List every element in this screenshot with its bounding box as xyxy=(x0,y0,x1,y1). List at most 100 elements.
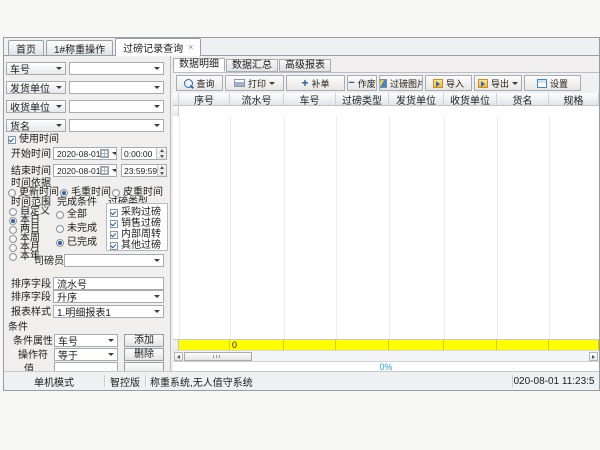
date-value: 2020-08-01 xyxy=(57,166,100,176)
weigh-photo-button[interactable]: 过磅图片 xyxy=(379,75,423,91)
spinner-down-icon[interactable] xyxy=(157,154,166,160)
radio-all[interactable]: 全部 xyxy=(56,210,87,220)
horizontal-scrollbar[interactable] xyxy=(173,350,599,361)
summary-cell xyxy=(336,340,389,350)
status-mode: 单机模式 xyxy=(4,372,104,390)
checkbox-icon xyxy=(110,220,118,228)
combo-label: 货名 xyxy=(10,119,30,132)
shipper-value-combo[interactable] xyxy=(69,81,164,94)
status-system-name: 称重系统,无人值守系统 xyxy=(150,372,510,390)
spinner-down-icon[interactable] xyxy=(158,171,166,177)
start-time-spinner[interactable]: 0:00:00 xyxy=(121,147,167,160)
close-icon[interactable]: × xyxy=(188,43,193,52)
sort-order-combo[interactable]: 升序 xyxy=(53,290,164,303)
tab-data-summary[interactable]: 数据汇总 xyxy=(226,59,278,72)
export-icon xyxy=(478,79,488,88)
tab-label: 高级报表 xyxy=(285,60,325,71)
check-internal-transfer[interactable]: 内部周转 xyxy=(110,230,161,240)
field-selector-vehicle[interactable]: 车号 xyxy=(6,62,66,75)
radio-unfinished[interactable]: 未完成 xyxy=(56,224,97,234)
time-value: 0:00:00 xyxy=(124,149,152,159)
start-date-picker[interactable]: 2020-08-01 xyxy=(53,147,117,160)
radio-icon xyxy=(8,189,16,197)
scroll-right-icon[interactable] xyxy=(589,352,598,361)
field-selector-receiver[interactable]: 收货单位 xyxy=(6,100,66,113)
button-label: 导出 xyxy=(491,77,509,90)
column-header-serial[interactable]: 流水号 xyxy=(230,93,284,106)
tab-label: 数据明细 xyxy=(179,59,219,70)
sort-order-label: 排序字段 xyxy=(11,292,51,303)
status-edition: 智控版 xyxy=(105,372,145,390)
supplement-order-button[interactable]: 补单 xyxy=(286,75,345,91)
use-time-checkbox[interactable]: 使用时间 xyxy=(8,135,59,145)
checkbox-label: 内部周转 xyxy=(121,230,161,240)
combo-label: 车号 xyxy=(10,62,30,75)
check-other-weigh[interactable]: 其他过磅 xyxy=(110,241,161,251)
column-header-weigh-type[interactable]: 过磅类型 xyxy=(336,93,389,106)
radio-icon xyxy=(9,208,17,216)
condition-attr-label: 条件属性 xyxy=(13,336,53,347)
summary-count-cell: 0 xyxy=(230,340,284,350)
receiver-value-combo[interactable] xyxy=(69,100,164,113)
summary-cell xyxy=(497,340,549,350)
chevron-down-icon xyxy=(154,105,160,108)
summary-cell xyxy=(549,340,599,350)
void-button[interactable]: 作废 xyxy=(347,75,377,91)
button-label: 过磅图片 xyxy=(390,77,423,90)
summary-cell xyxy=(389,340,444,350)
delete-condition-button[interactable]: 删除 xyxy=(124,348,164,361)
radio-label: 全部 xyxy=(67,210,87,220)
tab-home[interactable]: 首页 xyxy=(8,40,44,55)
vehicle-value-combo[interactable] xyxy=(69,62,164,75)
tab-weighing-record-query[interactable]: 过磅记录查询 × xyxy=(115,38,201,56)
start-time-label: 开始时间 xyxy=(11,149,51,160)
status-datetime: 2020-08-01 11:23:57 xyxy=(513,372,595,390)
chevron-down-icon xyxy=(108,353,114,356)
column-header-seq[interactable]: 序号 xyxy=(179,93,230,106)
condition-attr-combo[interactable]: 车号 xyxy=(54,334,118,347)
end-date-picker[interactable]: 2020-08-01 xyxy=(53,164,117,177)
goods-value-combo[interactable] xyxy=(69,119,164,132)
chevron-down-icon xyxy=(154,67,160,70)
column-header-shipper[interactable]: 发货单位 xyxy=(389,93,444,106)
radio-label: 未完成 xyxy=(67,224,97,234)
combo-value: 车号 xyxy=(58,334,78,347)
tab-advanced-report[interactable]: 高级报表 xyxy=(279,59,331,72)
print-button[interactable]: 打印 xyxy=(225,75,284,91)
radio-icon xyxy=(56,239,64,247)
button-label: 导入 xyxy=(446,77,464,90)
scrollbar-thumb[interactable] xyxy=(184,352,252,361)
grid-body[interactable] xyxy=(173,116,599,339)
radio-finished[interactable]: 已完成 xyxy=(56,238,97,248)
operator-combo[interactable]: 等于 xyxy=(54,348,118,361)
checkbox-icon xyxy=(110,231,118,239)
column-header-receiver[interactable]: 收货单位 xyxy=(444,93,497,106)
column-header-goods[interactable]: 货名 xyxy=(497,93,549,106)
radio-icon xyxy=(60,189,68,197)
column-header-vehicle[interactable]: 车号 xyxy=(284,93,336,106)
settings-button[interactable]: 设置 xyxy=(524,75,581,91)
add-condition-button[interactable]: 添加 xyxy=(124,334,164,347)
sort-field-input[interactable]: 流水号 xyxy=(53,277,164,290)
import-button[interactable]: 导入 xyxy=(425,75,472,91)
tab-data-detail[interactable]: 数据明细 xyxy=(173,58,225,72)
check-sale-weigh[interactable]: 销售过磅 xyxy=(110,219,161,229)
query-button[interactable]: 查询 xyxy=(176,75,223,91)
field-selector-shipper[interactable]: 发货单位 xyxy=(6,81,66,94)
check-purchase-weigh[interactable]: 采购过磅 xyxy=(110,208,161,218)
export-button[interactable]: 导出 xyxy=(474,75,522,91)
data-tab-bar: 数据明细 数据汇总 高级报表 xyxy=(173,58,332,72)
scroll-left-icon[interactable] xyxy=(174,352,183,361)
end-time-spinner[interactable]: 23:59:59 xyxy=(121,164,167,177)
search-icon xyxy=(184,79,193,88)
row-indicator-cell xyxy=(173,106,179,116)
report-style-combo[interactable]: 1.明细报表1 xyxy=(53,305,164,318)
tab-label: 数据汇总 xyxy=(232,60,272,71)
column-header-spec[interactable]: 规格 xyxy=(549,93,599,106)
chevron-down-icon xyxy=(269,82,275,85)
field-selector-goods[interactable]: 货名 xyxy=(6,119,66,132)
tab-weighing-operation[interactable]: 1#称重操作 xyxy=(46,40,113,55)
weigher-combo[interactable] xyxy=(64,254,164,267)
button-label: 设置 xyxy=(550,77,568,90)
checkbox-icon xyxy=(110,242,118,250)
